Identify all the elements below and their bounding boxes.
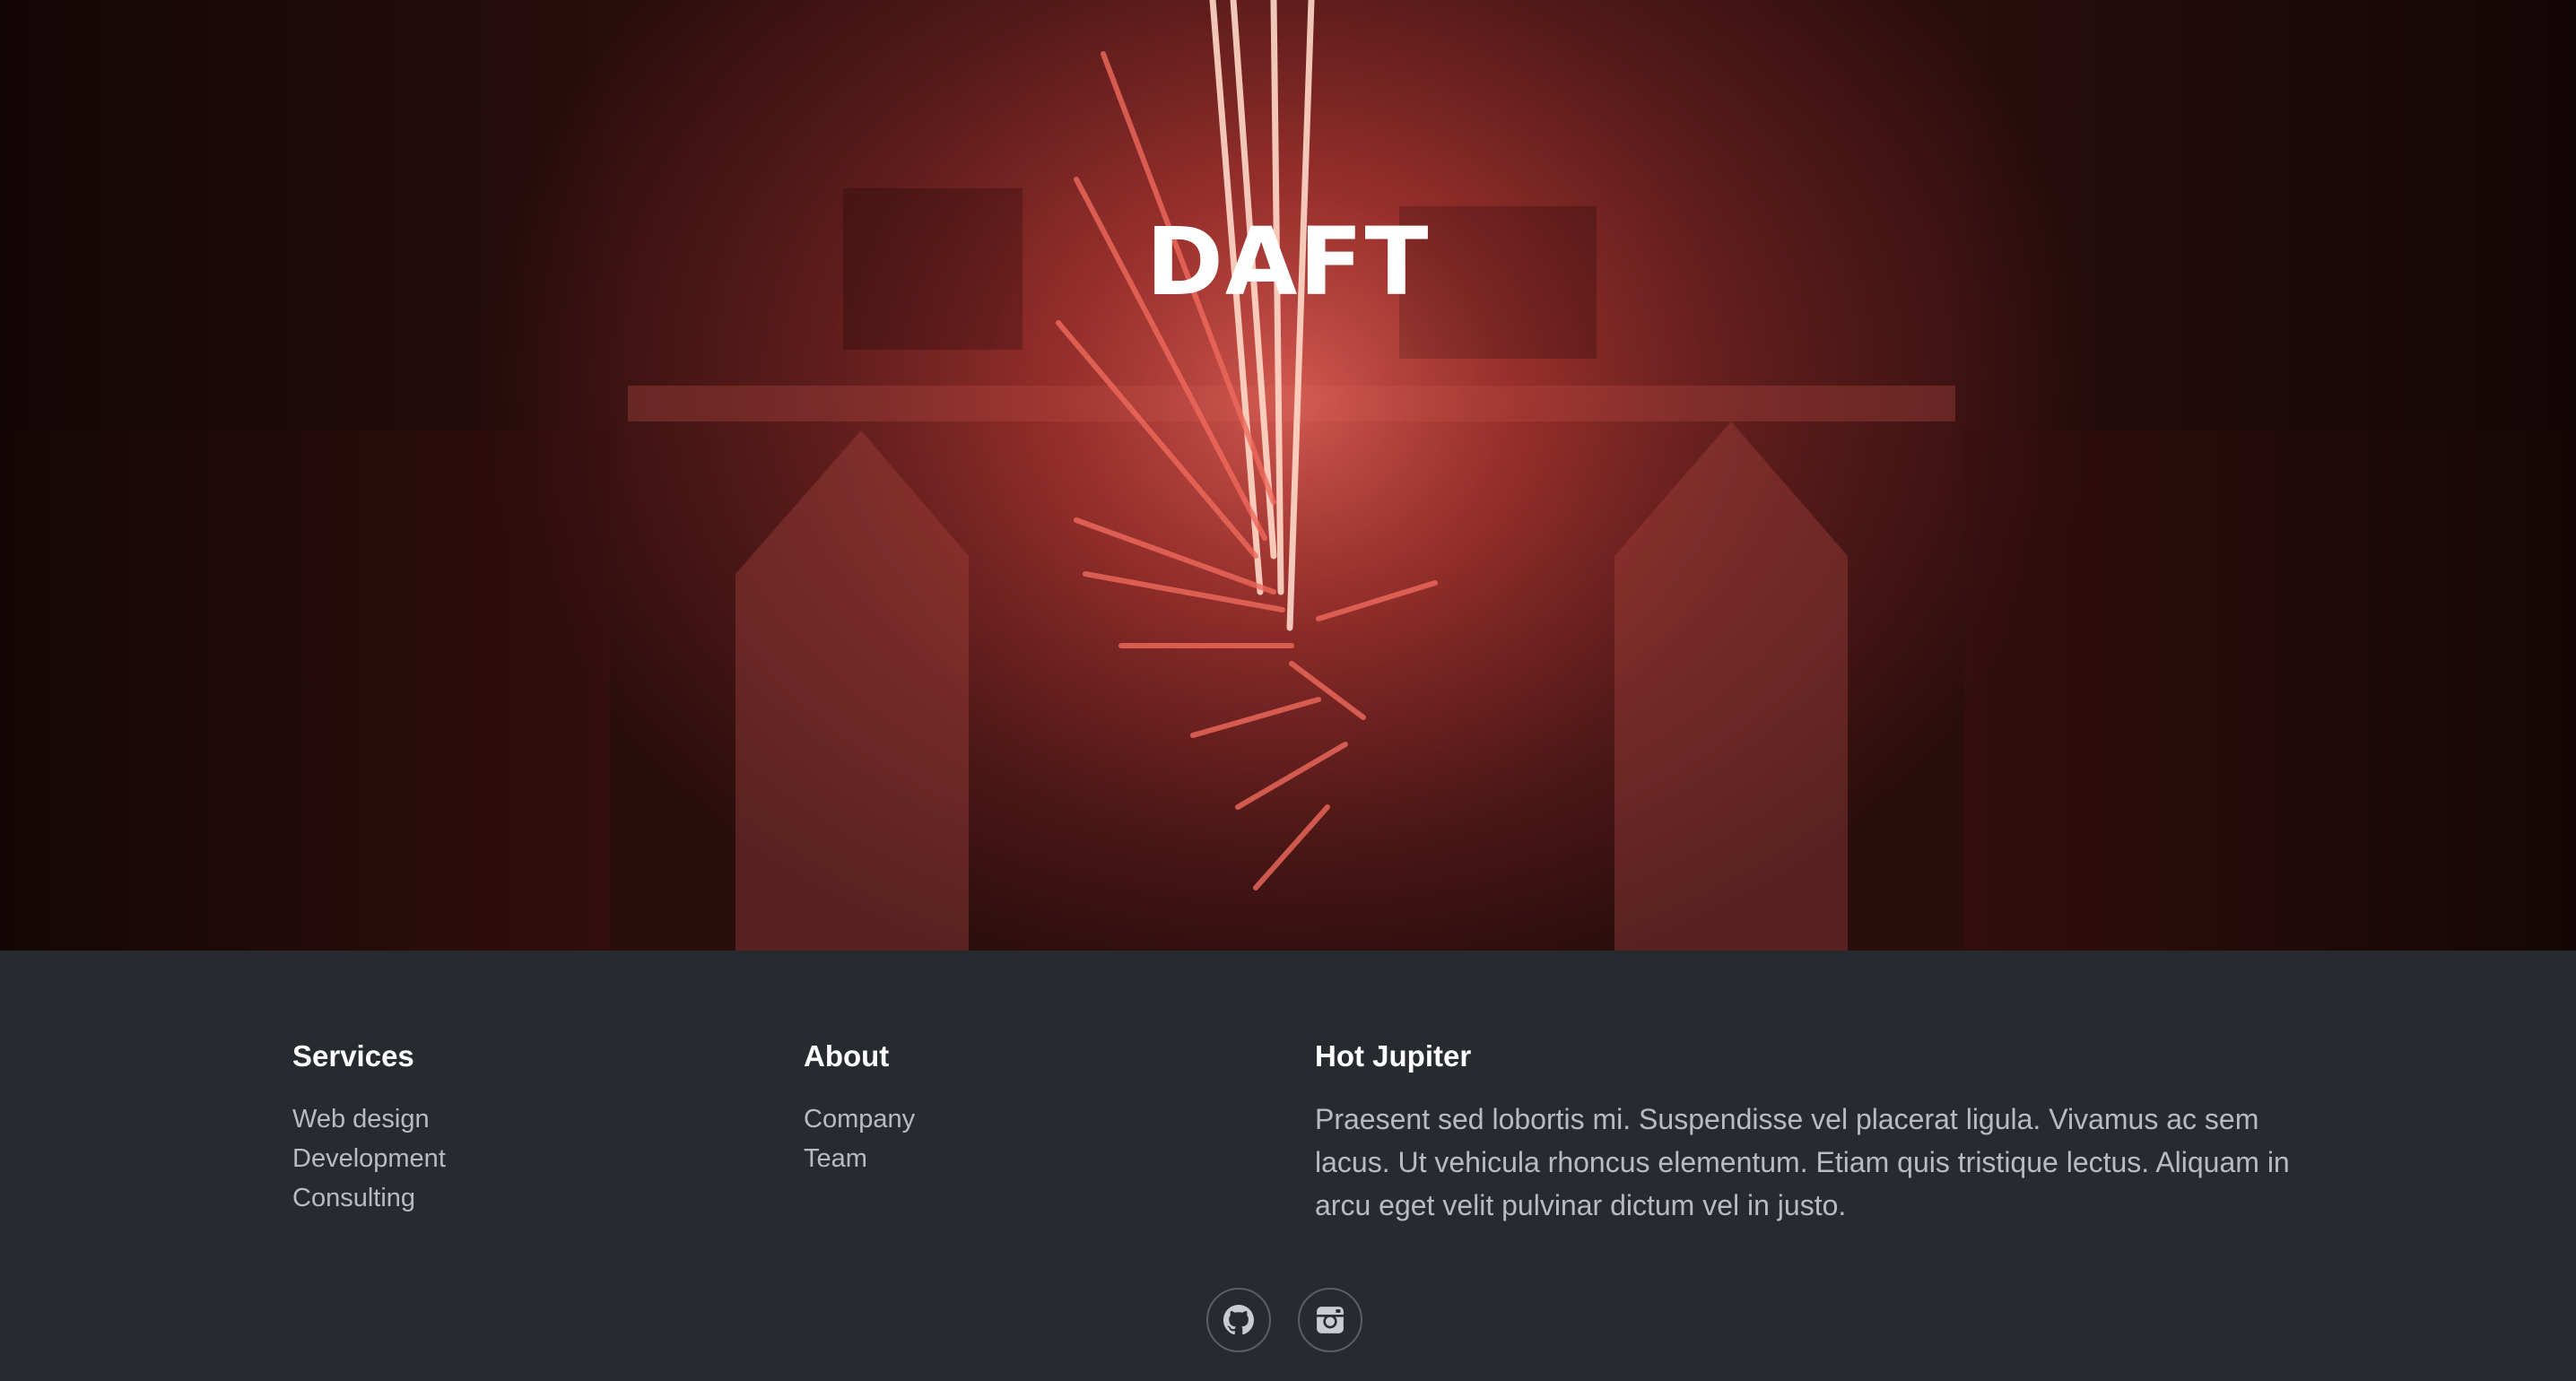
about-heading: About (804, 1039, 890, 1073)
link-development[interactable]: Development (292, 1144, 446, 1173)
about-column: About Company Team (804, 1037, 1270, 1178)
services-item: Web design (292, 1099, 759, 1139)
services-item: Consulting (292, 1178, 759, 1218)
hot-jupiter-heading: Hot Jupiter (1315, 1039, 1472, 1073)
services-item: Development (292, 1139, 759, 1178)
hero-title: DAFT (1145, 207, 1431, 317)
about-item: Company (804, 1099, 1270, 1139)
link-company[interactable]: Company (804, 1105, 915, 1133)
about-item: Team (804, 1139, 1270, 1178)
instagram-button[interactable] (1298, 1288, 1362, 1352)
link-team[interactable]: Team (804, 1144, 867, 1173)
link-web-design[interactable]: Web design (292, 1105, 430, 1133)
page: DAFT Services Web design Development Con… (0, 0, 2576, 1381)
hero-section: DAFT (0, 0, 2576, 951)
hot-jupiter-text: Praesent sed lobortis mi. Suspendisse ve… (1315, 1103, 2290, 1221)
hero-background-image (0, 0, 2576, 951)
footer: Services Web design Development Consulti… (0, 951, 2576, 1381)
github-button[interactable] (1206, 1288, 1271, 1352)
social-links (1206, 1288, 1362, 1352)
services-heading: Services (292, 1039, 414, 1073)
about-list: Company Team (804, 1099, 1270, 1178)
link-consulting[interactable]: Consulting (292, 1184, 415, 1212)
instagram-icon (1315, 1305, 1345, 1335)
github-icon (1223, 1305, 1254, 1335)
hot-jupiter-column: Hot Jupiter Praesent sed lobortis mi. Su… (1315, 1037, 2293, 1227)
services-list: Web design Development Consulting (292, 1099, 759, 1218)
services-column: Services Web design Development Consulti… (292, 1037, 759, 1218)
